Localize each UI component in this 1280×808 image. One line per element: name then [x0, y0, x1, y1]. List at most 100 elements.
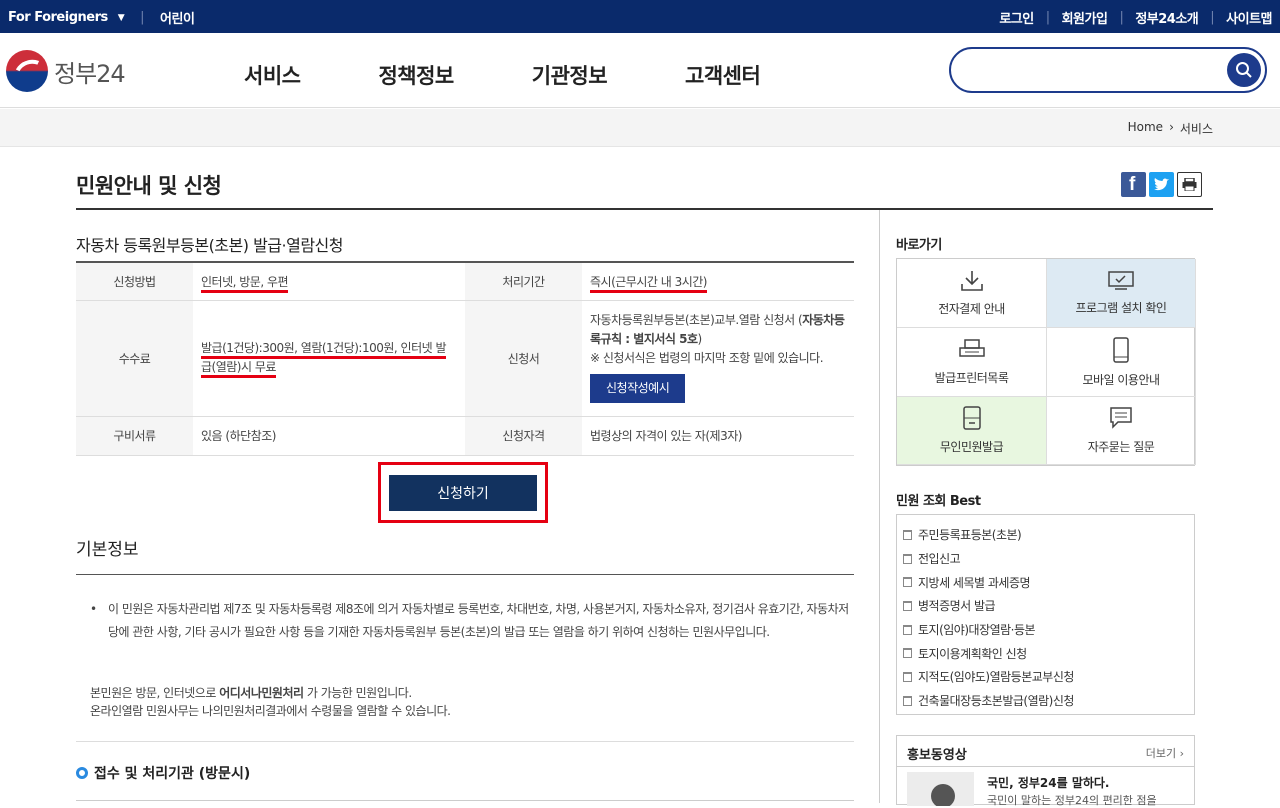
breadcrumb: Home › 서비스 — [0, 109, 1280, 147]
form-value-end: ) — [697, 332, 703, 346]
list-item-label: 건축물대장등초본발급(열람)신청 — [918, 694, 1074, 709]
best-list: 주민등록표등본(초본) 전입신고 지방세 세목별 과세증명 병적증명서 발급 토… — [896, 514, 1195, 715]
logo-text: 정부24 — [54, 59, 126, 88]
document-icon — [903, 553, 912, 564]
basic-info-text: • 이 민원은 자동차관리법 제7조 및 자동차등록령 제8조에 의거 자동차별… — [90, 598, 850, 644]
quick-printers[interactable]: 발급프린터목록 — [897, 328, 1047, 397]
document-icon — [903, 529, 912, 540]
sitemap-link[interactable]: 사이트맵 — [1226, 8, 1272, 27]
fee-value-cont: 급(열람)시 무료 — [201, 360, 276, 378]
header: 정부24 서비스 정책정보 기관정보 고객센터 — [0, 33, 1280, 108]
list-item[interactable]: 병적증명서 발급 — [903, 594, 1194, 618]
about-link[interactable]: 정부24소개 — [1135, 8, 1198, 27]
breadcrumb-current[interactable]: 서비스 — [1180, 120, 1213, 137]
print-icon[interactable] — [1177, 172, 1202, 197]
quick-mobile[interactable]: 모바일 이용안내 — [1047, 328, 1196, 397]
form-label: 신청서 — [465, 300, 582, 417]
fee-label: 수수료 — [76, 300, 193, 417]
period-label: 처리기간 — [465, 262, 582, 301]
monitor-check-icon — [1108, 270, 1134, 290]
form-example-button[interactable]: 신청작성예시 — [590, 374, 686, 403]
quick-links: 전자결제 안내 프로그램 설치 확인 발급프린터목록 모바일 이용안내 무인민원… — [896, 258, 1196, 466]
document-icon — [903, 600, 912, 611]
divider — [897, 766, 1194, 767]
search-icon — [1236, 62, 1252, 78]
note-text-end: 가 가능한 민원입니다. — [303, 686, 412, 700]
nav-policy[interactable]: 정책정보 — [378, 60, 454, 90]
breadcrumb-home[interactable]: Home — [1128, 120, 1163, 137]
list-item[interactable]: 토지이용계획확인 신청 — [903, 641, 1194, 665]
document-icon — [903, 624, 912, 635]
list-item[interactable]: 지방세 세목별 과세증명 — [903, 570, 1194, 594]
quick-links-title: 바로가기 — [896, 238, 942, 253]
section-title-text: 접수 및 처리기관 (방문시) — [94, 766, 251, 782]
list-item-label: 지적도(임야도)열람등본교부신청 — [918, 670, 1074, 685]
basic-info-notes: 본민원은 방문, 인터넷으로 어디서나민원처리 가 가능한 민원입니다. 온라인… — [90, 684, 850, 720]
divider — [76, 800, 854, 801]
form-note: ※ 신청서식은 법령의 마지막 조항 밑에 있습니다. — [590, 351, 824, 365]
circle-bullet-icon — [76, 767, 88, 779]
nav-agency[interactable]: 기관정보 — [532, 60, 608, 90]
list-item[interactable]: 토지(임야)대장열람·등본 — [903, 618, 1194, 642]
divider — [76, 208, 1213, 210]
section-title: 접수 및 처리기관 (방문시) — [76, 763, 250, 783]
best-title: 민원 조회 Best — [896, 494, 981, 509]
quick-program-check[interactable]: 프로그램 설치 확인 — [1047, 259, 1196, 328]
basic-info-title: 기본정보 — [76, 540, 139, 560]
method-label: 신청방법 — [76, 262, 193, 301]
download-icon — [960, 270, 983, 291]
chevron-right-icon: › — [1169, 120, 1174, 134]
quick-label: 무인민원발급 — [939, 440, 1004, 454]
list-item-label: 병적증명서 발급 — [918, 599, 996, 614]
promo-video: 홍보동영상 더보기 › 국민, 정부24를 말하다. 국민이 말하는 정부24의… — [896, 735, 1195, 807]
qual-value: 법령상의 자격이 있는 자(제3자) — [582, 416, 854, 456]
promo-item-desc: 국민이 말하는 정부24의 편리한 점을 — [987, 794, 1157, 807]
list-item[interactable]: 지적도(임야도)열람등본교부신청 — [903, 665, 1194, 689]
share-tools: f — [1121, 172, 1202, 197]
apply-button[interactable]: 신청하기 — [389, 475, 537, 511]
video-thumbnail[interactable] — [907, 772, 974, 806]
taegeuk-logo-icon — [6, 50, 48, 92]
for-foreigners-link[interactable]: For Foreigners — [8, 10, 108, 25]
apply-highlight: 신청하기 — [378, 462, 548, 523]
list-item-label: 지방세 세목별 과세증명 — [918, 575, 1031, 590]
list-item[interactable]: 전입신고 — [903, 547, 1194, 571]
login-link[interactable]: 로그인 — [999, 8, 1034, 27]
logo[interactable]: 정부24 — [6, 50, 126, 92]
quick-kiosk[interactable]: 무인민원발급 — [897, 397, 1047, 465]
facebook-icon[interactable]: f — [1121, 172, 1146, 197]
quick-label: 모바일 이용안내 — [1082, 372, 1160, 387]
document-icon — [903, 695, 912, 706]
basic-info-paragraph: 이 민원은 자동차관리법 제7조 및 자동차등록령 제8조에 의거 자동차별로 … — [108, 602, 849, 639]
more-link[interactable]: 더보기 › — [1146, 745, 1184, 761]
period-value: 즉시(근무시간 내 3시간) — [590, 274, 708, 293]
kiosk-icon — [962, 406, 981, 430]
quick-label: 전자결제 안내 — [938, 301, 1005, 316]
dropdown-icon[interactable]: ▼ — [118, 13, 125, 23]
divider — [76, 574, 854, 575]
quick-label: 발급프린터목록 — [934, 370, 1009, 385]
promo-item-title[interactable]: 국민, 정부24를 말하다. — [987, 774, 1110, 791]
nav-services[interactable]: 서비스 — [244, 60, 301, 90]
search-box — [949, 47, 1267, 93]
search-button[interactable] — [1227, 53, 1261, 87]
form-value: 자동차등록원부등본(초본)교부.열람 신청서 ( — [590, 313, 803, 327]
docs-label: 구비서류 — [76, 416, 193, 456]
docs-value: 있음 (하단참조) — [193, 416, 465, 456]
list-item[interactable]: 건축물대장등초본발급(열람)신청 — [903, 689, 1194, 713]
promo-title: 홍보동영상 — [907, 748, 967, 763]
printer-icon — [958, 338, 985, 357]
note-line-2: 온라인열람 민원사무는 나의민원처리결과에서 수령물을 열람할 수 있습니다. — [90, 704, 451, 718]
quick-payment[interactable]: 전자결제 안내 — [897, 259, 1047, 328]
quick-faq[interactable]: 자주묻는 질문 — [1047, 397, 1196, 465]
document-icon — [903, 671, 912, 682]
twitter-icon[interactable] — [1149, 172, 1174, 197]
search-input[interactable] — [967, 49, 1227, 89]
list-item[interactable]: 주민등록표등본(초본) — [903, 523, 1194, 547]
fee-value: 발급(1건당):300원, 열람(1건당):100원, 인터넷 발 — [201, 341, 447, 359]
main-nav: 서비스 정책정보 기관정보 고객센터 — [244, 60, 838, 90]
signup-link[interactable]: 회원가입 — [1062, 8, 1108, 27]
qual-label: 신청자격 — [465, 416, 582, 456]
kids-link[interactable]: 어린이 — [160, 8, 195, 27]
nav-customer[interactable]: 고객센터 — [685, 60, 761, 90]
